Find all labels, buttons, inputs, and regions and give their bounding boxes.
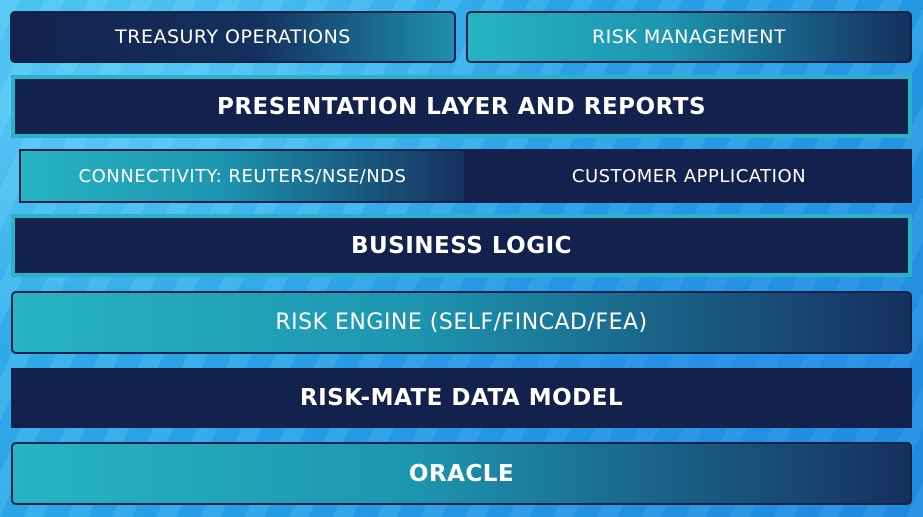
presentation-layer-label: PRESENTATION LAYER AND REPORTS (216, 93, 707, 120)
risk-engine-label: RISK ENGINE (SELF/FINCAD/FEA) (275, 310, 648, 335)
oracle-block: ORACLE (11, 442, 912, 505)
business-logic-block: BUSINESS LOGIC (11, 214, 912, 277)
presentation-layer-block: PRESENTATION LAYER AND REPORTS (11, 75, 912, 138)
customer-application-block: CUSTOMER APPLICATION (466, 149, 912, 203)
business-logic-label: BUSINESS LOGIC (350, 232, 573, 259)
connectivity-block: CONNECTIVITY: REUTERS/NSE/NDS (19, 149, 466, 203)
oracle-label: ORACLE (408, 460, 515, 487)
risk-management-label: RISK MANAGEMENT (591, 26, 787, 48)
treasury-operations-label: TREASURY OPERATIONS (115, 26, 351, 48)
risk-management-block: RISK MANAGEMENT (466, 11, 912, 63)
data-model-block: RISK-MATE DATA MODEL (11, 368, 912, 428)
treasury-operations-block: TREASURY OPERATIONS (10, 11, 456, 63)
risk-engine-block: RISK ENGINE (SELF/FINCAD/FEA) (11, 291, 912, 354)
connectivity-label: CONNECTIVITY: REUTERS/NSE/NDS (78, 165, 407, 187)
data-model-label: RISK-MATE DATA MODEL (299, 385, 624, 411)
customer-application-label: CUSTOMER APPLICATION (571, 165, 807, 187)
